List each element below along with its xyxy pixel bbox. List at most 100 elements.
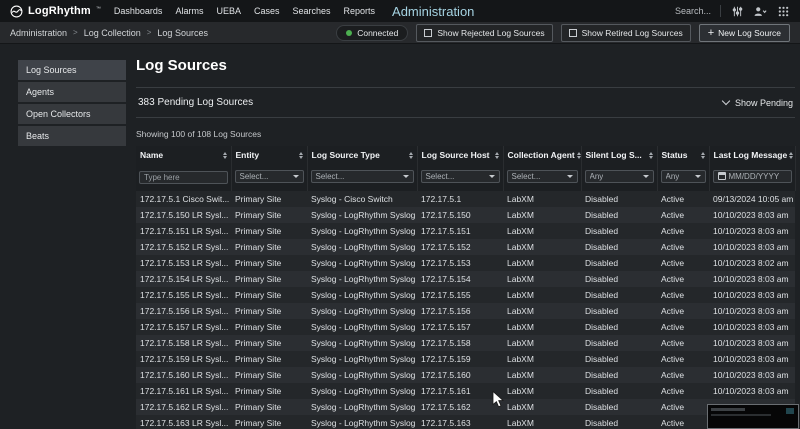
cell-last-log-message: 10/10/2023 8:03 am xyxy=(709,335,795,351)
table-row[interactable]: 172.17.5.151 LR Sysl...Primary SiteSyslo… xyxy=(136,223,795,239)
nav-item-ueba[interactable]: UEBA xyxy=(216,6,241,16)
nav-item-dashboards[interactable]: Dashboards xyxy=(114,6,163,16)
column-label: Last Log Message xyxy=(714,150,788,160)
sidebar-item-agents[interactable]: Agents xyxy=(18,82,126,102)
nav-item-alarms[interactable]: Alarms xyxy=(175,6,203,16)
table-row[interactable]: 172.17.5.158 LR Sysl...Primary SiteSyslo… xyxy=(136,335,795,351)
cell-log-source-host: 172.17.5.1 xyxy=(417,191,503,207)
table-row[interactable]: 172.17.5.155 LR Sysl...Primary SiteSyslo… xyxy=(136,287,795,303)
sort-icon[interactable] xyxy=(409,152,413,159)
entity-filter-select[interactable]: Select... xyxy=(235,170,304,183)
log-source-type-filter-select[interactable]: Select... xyxy=(311,170,414,183)
name-filter-input[interactable] xyxy=(139,171,228,184)
show-pending-toggle[interactable]: Show Pending xyxy=(723,98,793,108)
chevron-down-icon xyxy=(722,97,730,105)
table-row[interactable]: 172.17.5.163 LR Sysl...Primary SiteSyslo… xyxy=(136,415,795,429)
new-log-source-button[interactable]: + New Log Source xyxy=(699,24,790,42)
status-filter-select[interactable]: Any xyxy=(661,170,706,183)
nav-item-searches[interactable]: Searches xyxy=(292,6,330,16)
column-header-collection-agent[interactable]: Collection Agent xyxy=(503,146,581,164)
sort-icon[interactable] xyxy=(495,152,499,159)
show-rejected-checkbox[interactable]: Show Rejected Log Sources xyxy=(416,24,552,42)
filter-cell-last-log-message: MM/DD/YYYY xyxy=(709,164,795,191)
new-log-source-label: New Log Source xyxy=(718,28,781,38)
nav-item-cases[interactable]: Cases xyxy=(254,6,280,16)
sort-icon[interactable] xyxy=(223,152,227,159)
sort-asc-icon xyxy=(299,152,303,155)
column-header-entity[interactable]: Entity xyxy=(231,146,307,164)
cell-log-source-type: Syslog - LogRhythm Syslog Ge... xyxy=(307,351,417,367)
cell-silent-log-s: Disabled xyxy=(581,415,657,429)
cell-log-source-host: 172.17.5.159 xyxy=(417,351,503,367)
cell-log-source-type: Syslog - LogRhythm Syslog Ge... xyxy=(307,383,417,399)
cell-silent-log-s: Disabled xyxy=(581,319,657,335)
table-row[interactable]: 172.17.5.1 Cisco Swit...Primary SiteSysl… xyxy=(136,191,795,207)
table-row[interactable]: 172.17.5.150 LR Sysl...Primary SiteSyslo… xyxy=(136,207,795,223)
cell-entity: Primary Site xyxy=(231,351,307,367)
cell-collection-agent: LabXM xyxy=(503,303,581,319)
column-header-silent-log-s[interactable]: Silent Log S... xyxy=(581,146,657,164)
sort-icon[interactable] xyxy=(577,152,581,159)
brand[interactable]: LogRhythm ™ xyxy=(10,5,101,18)
cell-name: 172.17.5.155 LR Sysl... xyxy=(136,287,231,303)
sort-icon[interactable] xyxy=(701,152,705,159)
column-header-status[interactable]: Status xyxy=(657,146,709,164)
table-row[interactable]: 172.17.5.160 LR Sysl...Primary SiteSyslo… xyxy=(136,367,795,383)
select-value: Select... xyxy=(512,172,541,181)
column-header-inner: Entity xyxy=(236,150,303,160)
show-retired-checkbox[interactable]: Show Retired Log Sources xyxy=(561,24,691,42)
last-log-message-date-filter[interactable]: MM/DD/YYYY xyxy=(713,170,792,183)
table-row[interactable]: 172.17.5.159 LR Sysl...Primary SiteSyslo… xyxy=(136,351,795,367)
sort-icon[interactable] xyxy=(299,152,303,159)
cell-collection-agent: LabXM xyxy=(503,223,581,239)
select-value: Select... xyxy=(316,172,345,181)
sort-icon[interactable] xyxy=(649,152,653,159)
nav-item-administration[interactable]: Administration xyxy=(392,4,474,19)
breadcrumb-item-log-collection[interactable]: Log Collection xyxy=(84,28,141,38)
breadcrumb-item-log-sources[interactable]: Log Sources xyxy=(157,28,208,38)
brand-name: LogRhythm xyxy=(28,5,91,17)
grid-icon[interactable] xyxy=(776,4,790,18)
cell-last-log-message: 10/10/2023 8:03 am xyxy=(709,367,795,383)
cell-log-source-type: Syslog - LogRhythm Syslog Ge... xyxy=(307,239,417,255)
table-row[interactable]: 172.17.5.161 LR Sysl...Primary SiteSyslo… xyxy=(136,383,795,399)
table-row[interactable]: 172.17.5.162 LR Sysl...Primary SiteSyslo… xyxy=(136,399,795,415)
breadcrumb-item-administration[interactable]: Administration xyxy=(10,28,67,38)
cell-log-source-host: 172.17.5.161 xyxy=(417,383,503,399)
table-row[interactable]: 172.17.5.156 LR Sysl...Primary SiteSyslo… xyxy=(136,303,795,319)
sliders-icon[interactable] xyxy=(730,4,744,18)
sidebar-item-beats[interactable]: Beats xyxy=(18,126,126,146)
cell-status: Active xyxy=(657,223,709,239)
column-header-last-log-message[interactable]: Last Log Message xyxy=(709,146,795,164)
sidebar-item-open-collectors[interactable]: Open Collectors xyxy=(18,104,126,124)
log-source-host-filter-select[interactable]: Select... xyxy=(421,170,500,183)
column-header-log-source-host[interactable]: Log Source Host xyxy=(417,146,503,164)
cell-last-log-message: 10/10/2023 8:03 am xyxy=(709,207,795,223)
table-header-row: Name Entity Log Source TypeLog Source Host… xyxy=(136,146,795,164)
sidebar-item-log-sources[interactable]: Log Sources xyxy=(18,60,126,80)
cell-silent-log-s: Disabled xyxy=(581,303,657,319)
filter-cell-status: Any xyxy=(657,164,709,191)
table-row[interactable]: 172.17.5.157 LR Sysl...Primary SiteSyslo… xyxy=(136,319,795,335)
table-row[interactable]: 172.17.5.154 LR Sysl...Primary SiteSyslo… xyxy=(136,271,795,287)
main-content: Log Sources 383 Pending Log Sources Show… xyxy=(136,57,795,429)
cell-log-source-host: 172.17.5.152 xyxy=(417,239,503,255)
nav-item-reports[interactable]: Reports xyxy=(344,6,376,16)
cell-status: Active xyxy=(657,415,709,429)
cell-log-source-type: Syslog - LogRhythm Syslog Ge... xyxy=(307,207,417,223)
cell-log-source-host: 172.17.5.151 xyxy=(417,223,503,239)
column-header-inner: Silent Log S... xyxy=(586,150,653,160)
cell-log-source-type: Syslog - Cisco Switch xyxy=(307,191,417,207)
column-header-log-source-type[interactable]: Log Source Type xyxy=(307,146,417,164)
table-row[interactable]: 172.17.5.153 LR Sysl...Primary SiteSyslo… xyxy=(136,255,795,271)
preview-content xyxy=(711,408,745,411)
caret-down-icon xyxy=(643,175,649,178)
cell-name: 172.17.5.151 LR Sysl... xyxy=(136,223,231,239)
collection-agent-filter-select[interactable]: Select... xyxy=(507,170,578,183)
silent-log-s-filter-select[interactable]: Any xyxy=(585,170,654,183)
sort-icon[interactable] xyxy=(789,152,793,159)
column-header-name[interactable]: Name xyxy=(136,146,231,164)
table-row[interactable]: 172.17.5.152 LR Sysl...Primary SiteSyslo… xyxy=(136,239,795,255)
user-icon[interactable] xyxy=(753,4,767,18)
search-input[interactable]: Search... xyxy=(675,6,711,16)
